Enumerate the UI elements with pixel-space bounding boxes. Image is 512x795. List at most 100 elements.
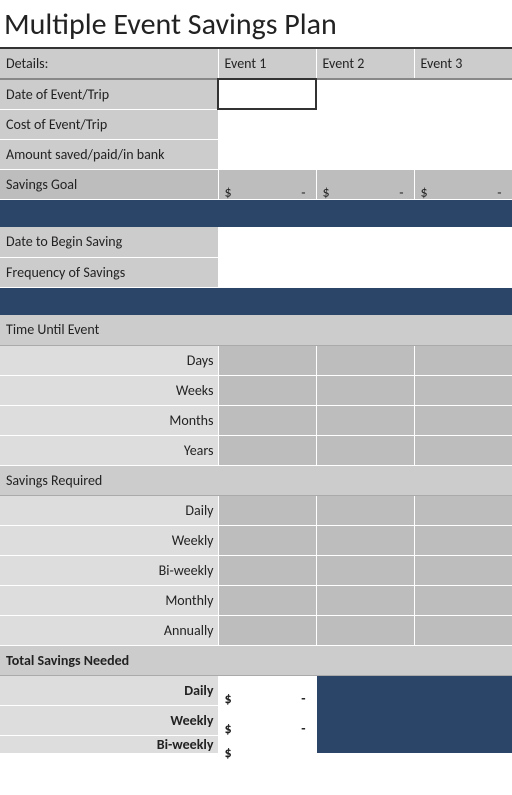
annually-event-3[interactable] bbox=[414, 615, 512, 645]
page-title: Multiple Event Savings Plan bbox=[0, 0, 512, 49]
currency-symbol: $ bbox=[225, 744, 232, 753]
label-monthly: Monthly bbox=[0, 585, 218, 615]
row-cost-of-event: Cost of Event/Trip bbox=[0, 109, 512, 139]
biweekly-event-1[interactable] bbox=[218, 555, 316, 585]
months-event-3[interactable] bbox=[414, 405, 512, 435]
label-date-of-event: Date of Event/Trip bbox=[0, 79, 218, 109]
input-begin-event-1[interactable] bbox=[218, 227, 316, 257]
currency-symbol: $ bbox=[421, 184, 428, 201]
row-weekly: Weekly bbox=[0, 525, 512, 555]
label-total-biweekly: Bi-weekly bbox=[0, 735, 218, 753]
label-amount-saved: Amount saved/paid/in bank bbox=[0, 139, 218, 169]
input-freq-event-1[interactable] bbox=[218, 257, 316, 287]
section-total-savings: Total Savings Needed bbox=[0, 645, 512, 675]
input-date-event-2[interactable] bbox=[316, 79, 414, 109]
input-begin-event-3[interactable] bbox=[414, 227, 512, 257]
daily-event-3[interactable] bbox=[414, 495, 512, 525]
years-event-2[interactable] bbox=[316, 435, 414, 465]
label-weeks: Weeks bbox=[0, 375, 218, 405]
divider-navy-2 bbox=[0, 287, 512, 315]
row-biweekly: Bi-weekly bbox=[0, 555, 512, 585]
input-saved-event-3[interactable] bbox=[414, 139, 512, 169]
total-biweekly-value[interactable]: $ bbox=[218, 735, 316, 753]
daily-event-1[interactable] bbox=[218, 495, 316, 525]
label-total-weekly: Weekly bbox=[0, 705, 218, 735]
days-event-3[interactable] bbox=[414, 345, 512, 375]
row-frequency: Frequency of Savings bbox=[0, 257, 512, 287]
total-weekly-value[interactable]: $ - bbox=[218, 705, 316, 735]
annually-event-2[interactable] bbox=[316, 615, 414, 645]
weeks-event-2[interactable] bbox=[316, 375, 414, 405]
goal-event-3[interactable]: $ - bbox=[414, 169, 512, 199]
row-savings-goal: Savings Goal $ - $ - $ - bbox=[0, 169, 512, 199]
total-daily-value[interactable]: $ - bbox=[218, 675, 316, 705]
goal-value: - bbox=[301, 184, 305, 201]
label-annually: Annually bbox=[0, 615, 218, 645]
monthly-event-1[interactable] bbox=[218, 585, 316, 615]
header-row: Details: Event 1 Event 2 Event 3 bbox=[0, 49, 512, 79]
weekly-event-1[interactable] bbox=[218, 525, 316, 555]
header-event-2: Event 2 bbox=[316, 49, 414, 79]
days-event-1[interactable] bbox=[218, 345, 316, 375]
weekly-event-2[interactable] bbox=[316, 525, 414, 555]
biweekly-event-3[interactable] bbox=[414, 555, 512, 585]
label-cost-of-event: Cost of Event/Trip bbox=[0, 109, 218, 139]
header-event-3: Event 3 bbox=[414, 49, 512, 79]
input-date-event-3[interactable] bbox=[414, 79, 512, 109]
row-daily: Daily bbox=[0, 495, 512, 525]
input-cost-event-3[interactable] bbox=[414, 109, 512, 139]
weeks-event-3[interactable] bbox=[414, 375, 512, 405]
label-savings-required: Savings Required bbox=[0, 465, 512, 495]
currency-symbol: $ bbox=[323, 184, 330, 201]
row-date-of-event: Date of Event/Trip bbox=[0, 79, 512, 109]
input-saved-event-1[interactable] bbox=[218, 139, 316, 169]
label-time-until: Time Until Event bbox=[0, 315, 512, 345]
goal-event-1[interactable]: $ - bbox=[218, 169, 316, 199]
row-annually: Annually bbox=[0, 615, 512, 645]
input-saved-event-2[interactable] bbox=[316, 139, 414, 169]
input-begin-event-2[interactable] bbox=[316, 227, 414, 257]
input-cost-event-2[interactable] bbox=[316, 109, 414, 139]
divider-navy-1 bbox=[0, 199, 512, 227]
years-event-3[interactable] bbox=[414, 435, 512, 465]
currency-symbol: $ bbox=[225, 184, 232, 201]
label-frequency: Frequency of Savings bbox=[0, 257, 218, 287]
input-cost-event-1[interactable] bbox=[218, 109, 316, 139]
input-date-event-1[interactable] bbox=[218, 79, 316, 109]
months-event-2[interactable] bbox=[316, 405, 414, 435]
monthly-event-2[interactable] bbox=[316, 585, 414, 615]
header-details: Details: bbox=[0, 49, 218, 79]
row-date-begin: Date to Begin Saving bbox=[0, 227, 512, 257]
biweekly-event-2[interactable] bbox=[316, 555, 414, 585]
label-days: Days bbox=[0, 345, 218, 375]
years-event-1[interactable] bbox=[218, 435, 316, 465]
input-freq-event-2[interactable] bbox=[316, 257, 414, 287]
label-daily: Daily bbox=[0, 495, 218, 525]
goal-value: - bbox=[497, 184, 501, 201]
days-event-2[interactable] bbox=[316, 345, 414, 375]
months-event-1[interactable] bbox=[218, 405, 316, 435]
weeks-event-1[interactable] bbox=[218, 375, 316, 405]
row-monthly: Monthly bbox=[0, 585, 512, 615]
row-years: Years bbox=[0, 435, 512, 465]
row-total-daily: Daily $ - bbox=[0, 675, 512, 705]
row-weeks: Weeks bbox=[0, 375, 512, 405]
monthly-event-3[interactable] bbox=[414, 585, 512, 615]
section-time-until: Time Until Event bbox=[0, 315, 512, 345]
row-days: Days bbox=[0, 345, 512, 375]
goal-event-2[interactable]: $ - bbox=[316, 169, 414, 199]
goal-value: - bbox=[399, 184, 403, 201]
row-amount-saved: Amount saved/paid/in bank bbox=[0, 139, 512, 169]
annually-event-1[interactable] bbox=[218, 615, 316, 645]
weekly-event-3[interactable] bbox=[414, 525, 512, 555]
input-freq-event-3[interactable] bbox=[414, 257, 512, 287]
label-years: Years bbox=[0, 435, 218, 465]
label-date-begin: Date to Begin Saving bbox=[0, 227, 218, 257]
label-savings-goal: Savings Goal bbox=[0, 169, 218, 199]
total-navy-block bbox=[316, 675, 512, 753]
header-event-1: Event 1 bbox=[218, 49, 316, 79]
savings-table: Details: Event 1 Event 2 Event 3 Date of… bbox=[0, 49, 512, 754]
label-months: Months bbox=[0, 405, 218, 435]
label-weekly: Weekly bbox=[0, 525, 218, 555]
daily-event-2[interactable] bbox=[316, 495, 414, 525]
